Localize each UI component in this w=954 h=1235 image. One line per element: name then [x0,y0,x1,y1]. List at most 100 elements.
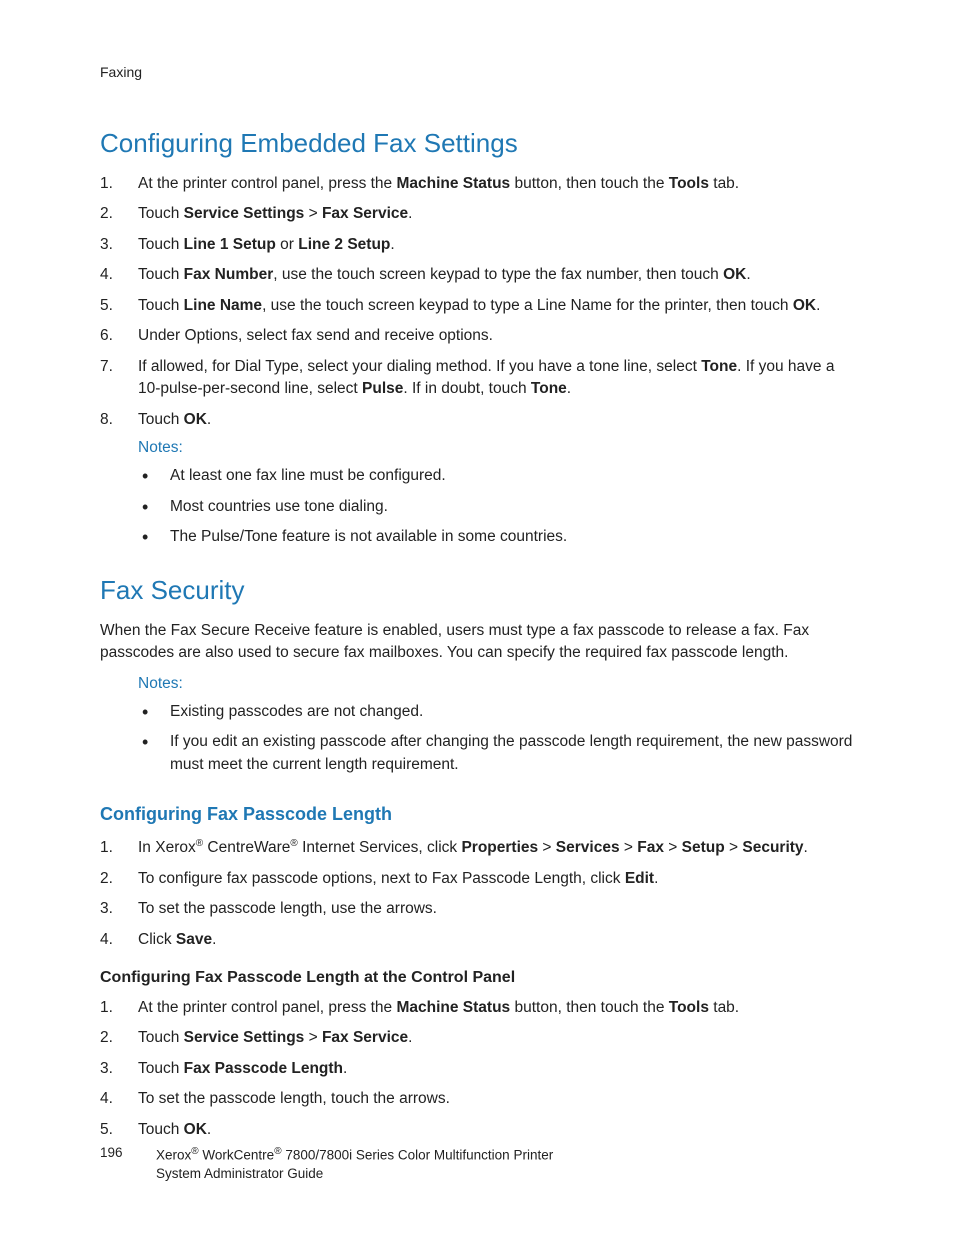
footer-text: Xerox® WorkCentre® 7800/7800i Series Col… [156,1145,553,1183]
document-page: Faxing Configuring Embedded Fax Settings… [0,0,954,1235]
text: Touch [138,411,184,428]
text: tab. [709,999,739,1016]
bold-text: OK [184,1121,207,1138]
text: To set the passcode length, use the arro… [138,900,437,917]
step-item: Touch Fax Passcode Length. [100,1058,854,1080]
bold-text: Setup [682,839,725,856]
bold-text: Fax Service [322,205,408,222]
bold-text: Service Settings [184,205,305,222]
steps-passcode-control-panel: At the printer control panel, press the … [100,997,854,1141]
text: If allowed, for Dial Type, select your d… [138,358,701,375]
page-footer: 196 Xerox® WorkCentre® 7800/7800i Series… [100,1145,854,1183]
step-item: In Xerox® CentreWare® Internet Services,… [100,837,854,860]
fax-security-intro: When the Fax Secure Receive feature is e… [100,620,854,665]
bold-text: Machine Status [396,175,510,192]
step-item: Touch OK. [100,1119,854,1141]
text: . [816,297,820,314]
heading-configuring-passcode-length: Configuring Fax Passcode Length [100,804,854,825]
text: . [212,931,216,948]
step-item: If allowed, for Dial Type, select your d… [100,356,854,401]
text: . [207,1121,211,1138]
text: 7800/7800i Series Color Multifunction Pr… [282,1148,554,1163]
text: At the printer control panel, press the [138,999,396,1016]
registered-mark: ® [274,1146,281,1157]
notes-label: Notes: [138,439,854,457]
text: WorkCentre [199,1148,275,1163]
text: Internet Services, click [298,839,462,856]
text: Touch [138,205,184,222]
text: Touch [138,1029,184,1046]
step-item: Touch Service Settings > Fax Service. [100,1027,854,1049]
registered-mark: ® [290,838,297,849]
bold-text: Machine Status [396,999,510,1016]
bold-text: OK [184,411,207,428]
step-item: Under Options, select fax send and recei… [100,325,854,347]
text: Touch [138,236,184,253]
text: . [408,1029,412,1046]
steps-configuring-embedded-fax: At the printer control panel, press the … [100,173,854,431]
heading-fax-security: Fax Security [100,575,854,606]
text: At the printer control panel, press the [138,175,396,192]
bold-text: Line 2 Setup [298,236,390,253]
text: . [408,205,412,222]
bold-text: Save [176,931,212,948]
text: > [304,205,322,222]
note-item: Most countries use tone dialing. [100,496,854,518]
text: > [664,839,682,856]
bold-text: OK [793,297,816,314]
bold-text: Security [742,839,803,856]
text: To set the passcode length, touch the ar… [138,1090,450,1107]
notes-list: Existing passcodes are not changed. If y… [100,701,854,776]
bold-text: Tools [669,999,709,1016]
note-item: At least one fax line must be configured… [100,465,854,487]
text: button, then touch the [510,999,669,1016]
steps-passcode-length: In Xerox® CentreWare® Internet Services,… [100,837,854,951]
text: . If in doubt, touch [403,380,531,397]
step-item: At the printer control panel, press the … [100,997,854,1019]
text: Touch [138,1121,184,1138]
text: Touch [138,1060,184,1077]
text: > [725,839,743,856]
bold-text: Tone [531,380,567,397]
text: tab. [709,175,739,192]
text: Click [138,931,176,948]
note-item: Existing passcodes are not changed. [100,701,854,723]
step-item: Touch Line 1 Setup or Line 2 Setup. [100,234,854,256]
step-item: Touch Line Name, use the touch screen ke… [100,295,854,317]
text: . [567,380,571,397]
step-item: To set the passcode length, touch the ar… [100,1088,854,1110]
text: , use the touch screen keypad to type th… [273,266,723,283]
text: In Xerox [138,839,196,856]
heading-configuring-embedded-fax: Configuring Embedded Fax Settings [100,128,854,159]
text: To configure fax passcode options, next … [138,870,625,887]
note-item: If you edit an existing passcode after c… [100,731,854,776]
bold-text: Fax Service [322,1029,408,1046]
step-item: Touch Service Settings > Fax Service. [100,203,854,225]
bold-text: Line 1 Setup [184,236,276,253]
text: > [620,839,638,856]
note-item: The Pulse/Tone feature is not available … [100,526,854,548]
notes-list: At least one fax line must be configured… [100,465,854,548]
registered-mark: ® [196,838,203,849]
page-number: 196 [100,1145,156,1183]
step-item: Touch Fax Number, use the touch screen k… [100,264,854,286]
text: . [207,411,211,428]
text: . [343,1060,347,1077]
header-section-label: Faxing [100,64,854,80]
step-item: To configure fax passcode options, next … [100,868,854,890]
text: Xerox [156,1148,191,1163]
bold-text: Properties [461,839,538,856]
bold-text: Line Name [184,297,262,314]
step-item: To set the passcode length, use the arro… [100,898,854,920]
bold-text: Service Settings [184,1029,305,1046]
step-item: Touch OK. [100,409,854,431]
text: . [746,266,750,283]
bold-text: Fax [637,839,664,856]
text: . [804,839,808,856]
bold-text: Tools [669,175,709,192]
bold-text: OK [723,266,746,283]
registered-mark: ® [191,1146,198,1157]
bold-text: Fax Number [184,266,274,283]
text: > [538,839,556,856]
text: . [654,870,658,887]
